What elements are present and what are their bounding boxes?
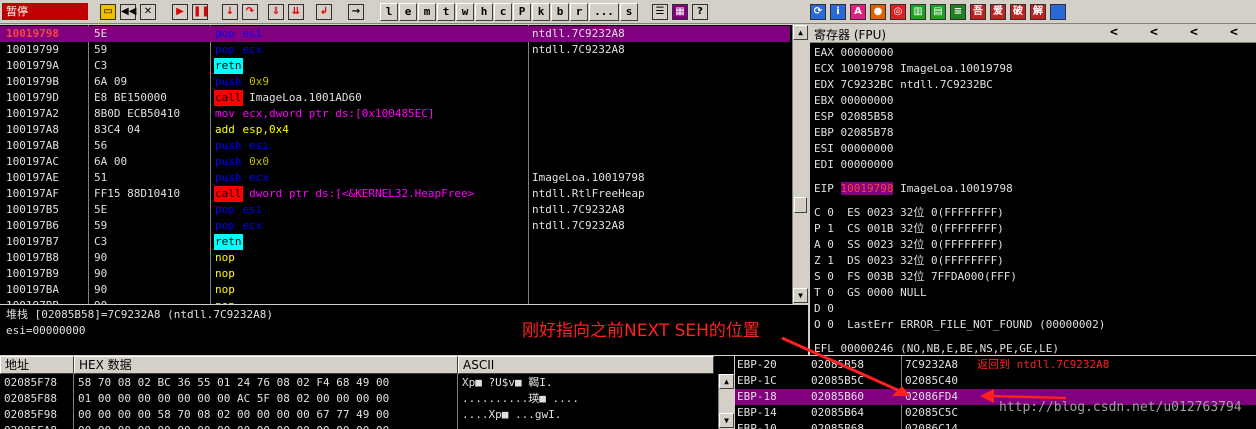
annotation-arrow-2 bbox=[989, 394, 1067, 400]
annotation-arrows bbox=[781, 336, 1067, 403]
annotation-arrow-head-2 bbox=[980, 389, 994, 403]
annotation-arrow-1 bbox=[781, 336, 903, 394]
